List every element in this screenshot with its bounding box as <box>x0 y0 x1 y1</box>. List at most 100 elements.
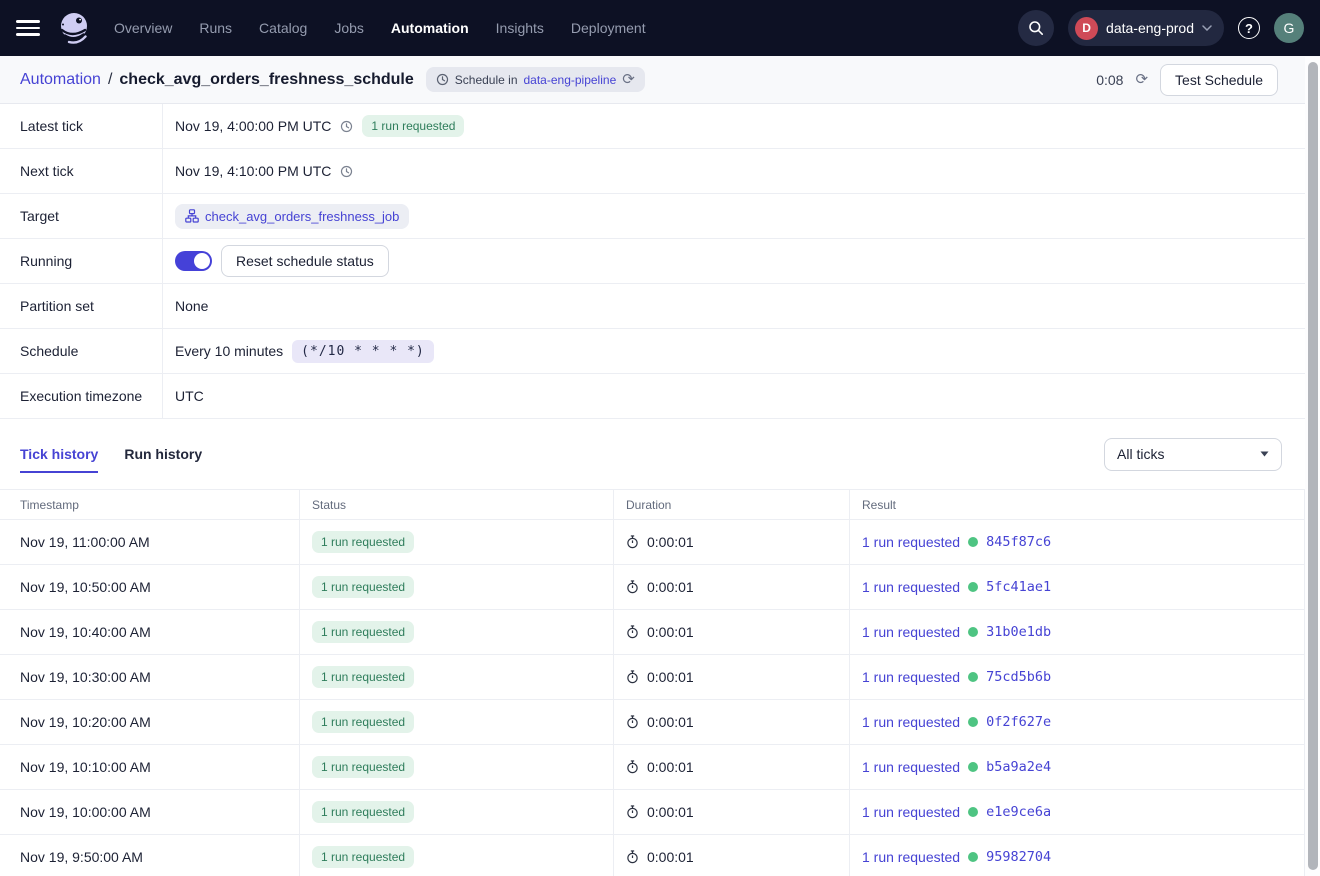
run-status-dot-icon <box>968 762 978 772</box>
run-id-link[interactable]: e1e9ce6a <box>986 804 1051 820</box>
detail-label: Running <box>0 239 163 283</box>
breadcrumb-automation-link[interactable]: Automation <box>20 71 101 89</box>
table-row: Nov 19, 10:10:00 AM 1 run requested 0:00… <box>0 745 1320 790</box>
run-requested-link[interactable]: 1 run requested <box>862 714 960 730</box>
run-status-dot-icon <box>968 717 978 727</box>
tick-status-badge: 1 run requested <box>312 801 414 823</box>
nav-item-insights[interactable]: Insights <box>496 20 544 36</box>
run-requested-link[interactable]: 1 run requested <box>862 804 960 820</box>
tick-timestamp: Nov 19, 11:00:00 AM <box>0 520 300 564</box>
tick-filter-select[interactable]: All ticks <box>1104 438 1282 471</box>
table-row: Nov 19, 10:00:00 AM 1 run requested 0:00… <box>0 790 1320 835</box>
run-id-link[interactable]: 31b0e1db <box>986 624 1051 640</box>
menu-icon[interactable] <box>16 20 40 36</box>
history-section-header: Tick history Run history All ticks <box>0 419 1320 489</box>
tick-duration: 0:00:01 <box>647 669 694 685</box>
latest-tick-time: Nov 19, 4:00:00 PM UTC <box>175 118 331 134</box>
detail-row-timezone: Execution timezone UTC <box>0 374 1320 419</box>
tick-filter-value: All ticks <box>1117 446 1164 462</box>
run-status-dot-icon <box>968 582 978 592</box>
nav-item-automation[interactable]: Automation <box>391 20 469 36</box>
tick-duration: 0:00:01 <box>647 804 694 820</box>
dagster-logo-icon[interactable] <box>56 10 92 46</box>
nav-item-deployment[interactable]: Deployment <box>571 20 646 36</box>
table-row: Nov 19, 10:30:00 AM 1 run requested 0:00… <box>0 655 1320 700</box>
stopwatch-icon <box>626 805 639 819</box>
run-requested-link[interactable]: 1 run requested <box>862 849 960 865</box>
top-nav: Overview Runs Catalog Jobs Automation In… <box>0 0 1320 56</box>
table-row: Nov 19, 11:00:00 AM 1 run requested 0:00… <box>0 520 1320 565</box>
chevron-down-icon <box>1202 25 1212 31</box>
run-status-dot-icon <box>968 672 978 682</box>
cron-expression: (*/10 * * * *) <box>292 340 434 363</box>
tick-duration: 0:00:01 <box>647 624 694 640</box>
run-status-dot-icon <box>968 852 978 862</box>
detail-label: Schedule <box>0 329 163 373</box>
detail-label: Next tick <box>0 149 163 193</box>
tick-timestamp: Nov 19, 10:30:00 AM <box>0 655 300 699</box>
nav-item-runs[interactable]: Runs <box>199 20 232 36</box>
help-button[interactable]: ? <box>1238 17 1260 39</box>
tab-tick-history[interactable]: Tick history <box>20 436 98 473</box>
run-id-link[interactable]: 95982704 <box>986 849 1051 865</box>
nav-item-catalog[interactable]: Catalog <box>259 20 307 36</box>
select-caret-icon <box>1260 451 1269 457</box>
table-row: Nov 19, 10:40:00 AM 1 run requested 0:00… <box>0 610 1320 655</box>
tab-run-history[interactable]: Run history <box>124 436 202 473</box>
search-button[interactable] <box>1018 10 1054 46</box>
breadcrumb-separator: / <box>108 71 112 89</box>
workspace-avatar: D <box>1075 17 1098 40</box>
nav-item-jobs[interactable]: Jobs <box>334 20 364 36</box>
target-job-link[interactable]: check_avg_orders_freshness_job <box>205 209 399 224</box>
run-id-link[interactable]: 845f87c6 <box>986 534 1051 550</box>
stopwatch-icon <box>626 715 639 729</box>
run-id-link[interactable]: b5a9a2e4 <box>986 759 1051 775</box>
detail-row-target: Target check_avg_orders_freshness_job <box>0 194 1320 239</box>
tick-status-badge: 1 run requested <box>312 666 414 688</box>
clock-icon <box>436 73 449 86</box>
target-job-pill[interactable]: check_avg_orders_freshness_job <box>175 204 409 229</box>
run-id-link[interactable]: 75cd5b6b <box>986 669 1051 685</box>
run-requested-link[interactable]: 1 run requested <box>862 669 960 685</box>
run-status-dot-icon <box>968 627 978 637</box>
run-requested-link[interactable]: 1 run requested <box>862 759 960 775</box>
job-icon <box>185 209 199 223</box>
run-requested-link[interactable]: 1 run requested <box>862 534 960 550</box>
column-header-duration: Duration <box>614 490 850 519</box>
tick-timestamp: Nov 19, 10:50:00 AM <box>0 565 300 609</box>
run-status-dot-icon <box>968 537 978 547</box>
schedule-details: Latest tick Nov 19, 4:00:00 PM UTC 1 run… <box>0 104 1320 419</box>
run-id-link[interactable]: 0f2f627e <box>986 714 1051 730</box>
detail-label: Latest tick <box>0 104 163 148</box>
refresh-countdown: 0:08 <box>1096 72 1123 88</box>
partition-set-value: None <box>175 298 208 314</box>
run-requested-link[interactable]: 1 run requested <box>862 579 960 595</box>
test-schedule-button[interactable]: Test Schedule <box>1160 64 1278 96</box>
tick-timestamp: Nov 19, 9:50:00 AM <box>0 835 300 876</box>
reload-location-icon[interactable]: ⟳ <box>622 72 635 87</box>
refresh-icon[interactable]: ⟳ <box>1135 72 1148 87</box>
user-avatar[interactable]: G <box>1274 13 1304 43</box>
tick-timestamp: Nov 19, 10:10:00 AM <box>0 745 300 789</box>
schedule-badge-prefix: Schedule in <box>455 73 518 87</box>
clock-icon <box>340 165 353 178</box>
tick-status-badge: 1 run requested <box>312 576 414 598</box>
table-header-row: Timestamp Status Duration Result <box>0 490 1320 520</box>
stopwatch-icon <box>626 580 639 594</box>
workspace-switcher[interactable]: D data-eng-prod <box>1068 10 1224 46</box>
repo-location-link[interactable]: data-eng-pipeline <box>524 73 617 87</box>
page-scrollbar-thumb[interactable] <box>1308 62 1318 870</box>
help-icon: ? <box>1245 21 1253 36</box>
run-requested-link[interactable]: 1 run requested <box>862 624 960 640</box>
detail-label: Target <box>0 194 163 238</box>
tick-duration: 0:00:01 <box>647 534 694 550</box>
running-toggle[interactable] <box>175 251 212 271</box>
nav-item-overview[interactable]: Overview <box>114 20 172 36</box>
reset-schedule-status-button[interactable]: Reset schedule status <box>221 245 389 277</box>
run-id-link[interactable]: 5fc41ae1 <box>986 579 1051 595</box>
tick-status-badge: 1 run requested <box>312 621 414 643</box>
tick-timestamp: Nov 19, 10:20:00 AM <box>0 700 300 744</box>
latest-tick-status-badge: 1 run requested <box>362 115 464 137</box>
table-row: Nov 19, 10:50:00 AM 1 run requested 0:00… <box>0 565 1320 610</box>
tick-status-badge: 1 run requested <box>312 756 414 778</box>
